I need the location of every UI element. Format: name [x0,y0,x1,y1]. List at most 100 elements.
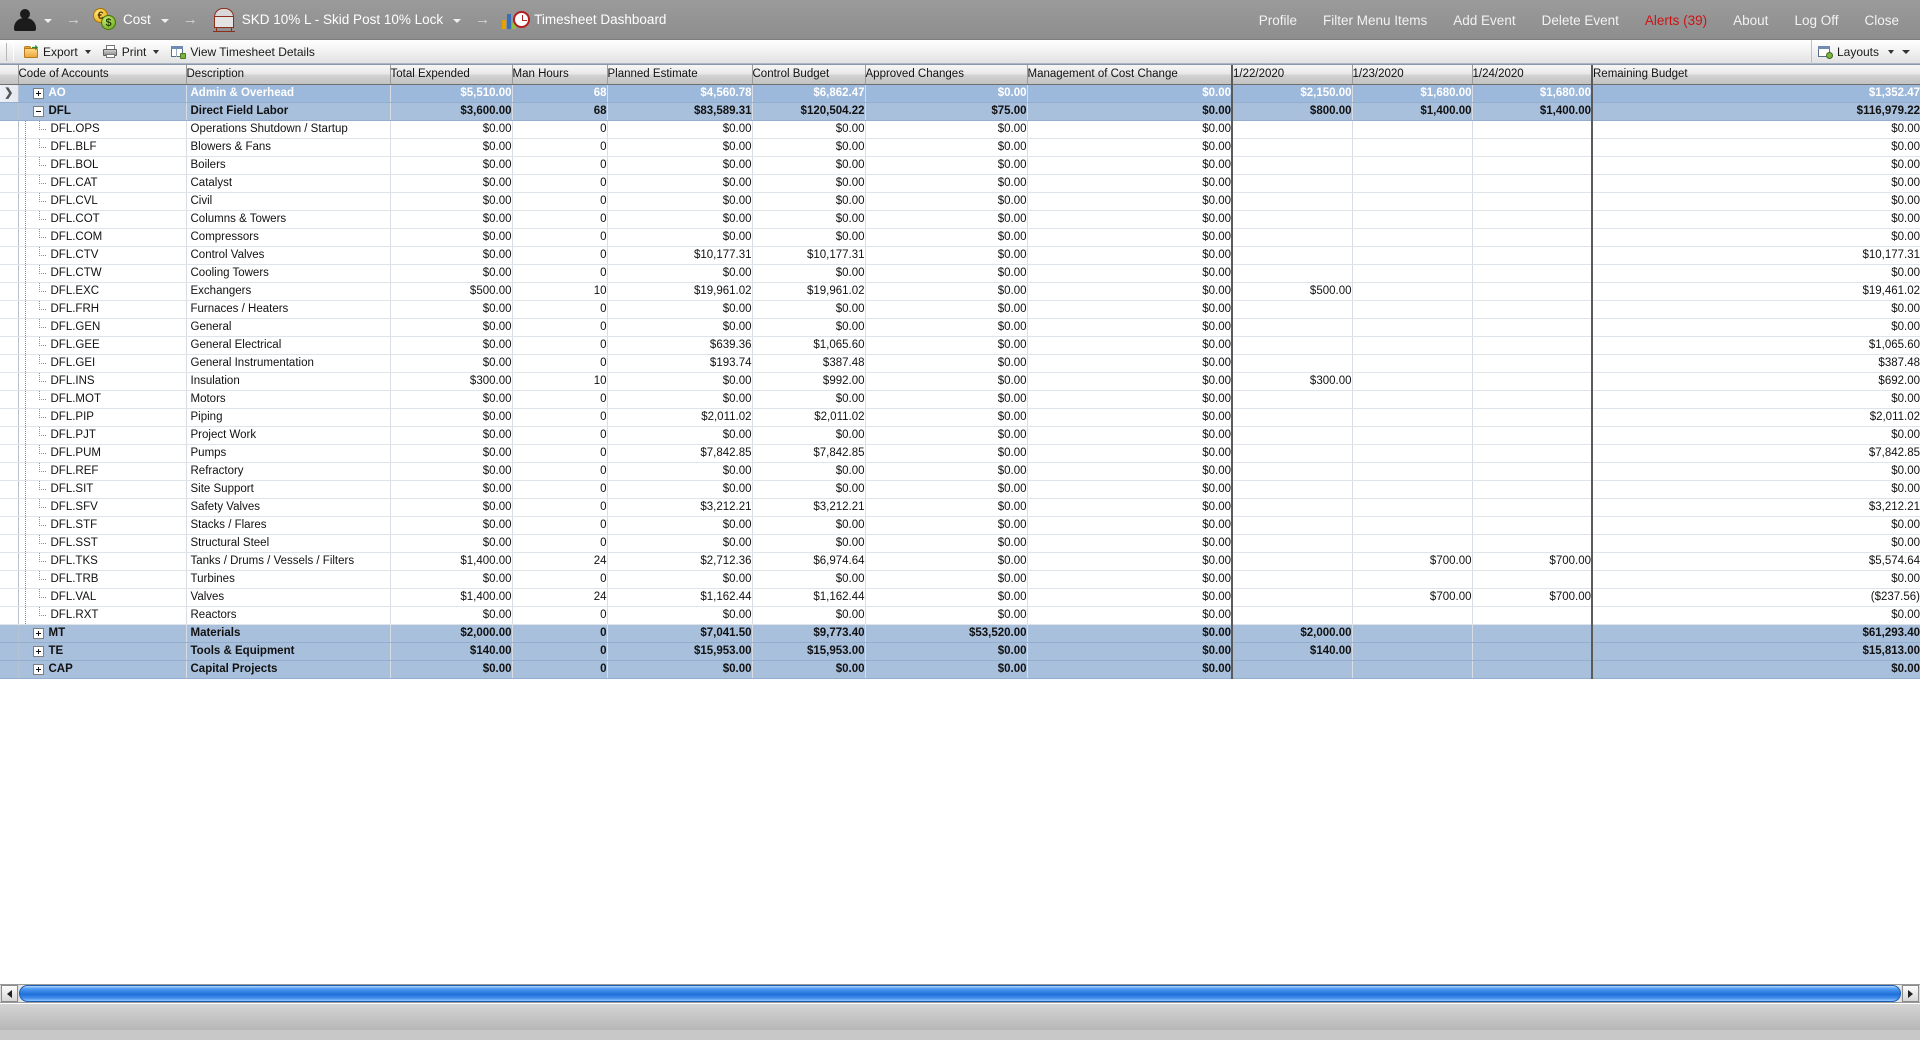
cell-management-of-cost-change[interactable]: $0.00 [1027,228,1233,247]
cell-date-3[interactable]: $1,400.00 [1472,102,1593,121]
cell-planned-estimate[interactable]: $0.00 [607,372,753,391]
cell-date-2[interactable]: $1,400.00 [1352,102,1473,121]
view-timesheet-details-button[interactable]: View Timesheet Details [165,41,321,63]
cell-remaining-budget[interactable]: $0.00 [1591,534,1920,553]
export-button[interactable]: Export [18,41,97,63]
row-indicator-cell[interactable] [0,354,19,373]
cell-date-3[interactable] [1472,390,1593,409]
cell-date-3[interactable] [1472,534,1593,553]
cell-description[interactable]: Materials [186,624,391,643]
column-header-date-1[interactable]: 1/22/2020 [1231,65,1353,85]
horizontal-scrollbar[interactable] [0,984,1920,1003]
cell-date-2[interactable] [1352,516,1473,535]
cell-date-2[interactable] [1352,570,1473,589]
chevron-down-icon[interactable] [453,18,462,23]
cell-man-hours[interactable]: 68 [512,102,608,121]
cell-planned-estimate[interactable]: $7,842.85 [607,444,753,463]
cell-planned-estimate[interactable]: $2,712.36 [607,552,753,571]
cell-remaining-budget[interactable]: $116,979.22 [1591,102,1920,121]
cell-date-2[interactable] [1352,138,1473,157]
cell-date-2[interactable] [1352,390,1473,409]
cell-description[interactable]: General Instrumentation [186,354,391,373]
cell-code-of-accounts[interactable]: DFL.TRB [18,570,187,589]
cell-date-3[interactable] [1472,318,1593,337]
menu-item-filter-menu-items[interactable]: Filter Menu Items [1310,13,1440,28]
cell-approved-changes[interactable]: $0.00 [865,480,1028,499]
cell-description[interactable]: Insulation [186,372,391,391]
cell-date-3[interactable] [1472,300,1593,319]
cell-code-of-accounts[interactable]: DFL.COT [18,210,187,229]
cell-control-budget[interactable]: $0.00 [752,606,866,625]
cell-date-2[interactable] [1352,228,1473,247]
cell-code-of-accounts[interactable]: DFL.CTW [18,264,187,283]
row-indicator-cell[interactable] [0,462,19,481]
column-header-control-budget[interactable]: Control Budget [752,65,866,85]
cell-approved-changes[interactable]: $0.00 [865,390,1028,409]
cell-total-expended[interactable]: $0.00 [390,462,513,481]
cell-remaining-budget[interactable]: $0.00 [1591,516,1920,535]
cell-planned-estimate[interactable]: $0.00 [607,606,753,625]
cell-control-budget[interactable]: $0.00 [752,192,866,211]
scrollbar-thumb[interactable] [19,985,1901,1002]
cell-remaining-budget[interactable]: $692.00 [1591,372,1920,391]
row-indicator-cell[interactable] [0,192,19,211]
cell-management-of-cost-change[interactable]: $0.00 [1027,120,1233,139]
cell-date-3[interactable] [1472,606,1593,625]
cell-date-2[interactable] [1352,534,1473,553]
cell-man-hours[interactable]: 0 [512,426,608,445]
cell-planned-estimate[interactable]: $19,961.02 [607,282,753,301]
cell-planned-estimate[interactable]: $2,011.02 [607,408,753,427]
cell-control-budget[interactable]: $19,961.02 [752,282,866,301]
cell-date-2[interactable] [1352,408,1473,427]
cell-date-2[interactable]: $700.00 [1352,588,1473,607]
cell-planned-estimate[interactable]: $0.00 [607,210,753,229]
cell-management-of-cost-change[interactable]: $0.00 [1027,372,1233,391]
cell-date-3[interactable] [1472,192,1593,211]
cell-control-budget[interactable]: $387.48 [752,354,866,373]
table-row[interactable]: DFL.GEE General Electrical $0.00 0 $639.36 $1… [0,336,1920,355]
cell-man-hours[interactable]: 0 [512,210,608,229]
cell-date-3[interactable]: $700.00 [1472,588,1593,607]
row-indicator-cell[interactable] [0,102,19,121]
cell-management-of-cost-change[interactable]: $0.00 [1027,210,1233,229]
table-row[interactable]: DFL.EXC Exchangers $500.00 10 $19,961.02 $19,… [0,282,1920,301]
cell-man-hours[interactable]: 0 [512,192,608,211]
cell-planned-estimate[interactable]: $10,177.31 [607,246,753,265]
cell-remaining-budget[interactable]: $0.00 [1591,660,1920,679]
table-row[interactable]: DFL.PJT Project Work $0.00 0 $0.00 $0.00 $0.00… [0,426,1920,445]
cell-date-3[interactable] [1472,480,1593,499]
cell-man-hours[interactable]: 0 [512,660,608,679]
cell-remaining-budget[interactable]: $3,212.21 [1591,498,1920,517]
cell-code-of-accounts[interactable]: DFL.COM [18,228,187,247]
cell-man-hours[interactable]: 10 [512,282,608,301]
cell-planned-estimate[interactable]: $0.00 [607,138,753,157]
cell-management-of-cost-change[interactable]: $0.00 [1027,588,1233,607]
cell-control-budget[interactable]: $0.00 [752,264,866,283]
cell-approved-changes[interactable]: $0.00 [865,138,1028,157]
menu-item-log-off[interactable]: Log Off [1781,13,1851,28]
cell-approved-changes[interactable]: $0.00 [865,318,1028,337]
cell-approved-changes[interactable]: $0.00 [865,282,1028,301]
cell-remaining-budget[interactable]: $0.00 [1591,606,1920,625]
row-indicator-cell[interactable] [0,390,19,409]
cell-date-1[interactable]: $500.00 [1231,282,1353,301]
cell-man-hours[interactable]: 0 [512,642,608,661]
cell-code-of-accounts[interactable]: DFL.PUM [18,444,187,463]
cell-remaining-budget[interactable]: $0.00 [1591,300,1920,319]
cell-description[interactable]: Piping [186,408,391,427]
cell-planned-estimate[interactable]: $0.00 [607,228,753,247]
table-row[interactable]: DFL.STF Stacks / Flares $0.00 0 $0.00 $0.00 $0… [0,516,1920,535]
cell-management-of-cost-change[interactable]: $0.00 [1027,606,1233,625]
row-indicator-cell[interactable] [0,264,19,283]
cell-management-of-cost-change[interactable]: $0.00 [1027,426,1233,445]
cell-code-of-accounts[interactable]: DFL.TKS [18,552,187,571]
cell-man-hours[interactable]: 0 [512,534,608,553]
cell-code-of-accounts[interactable]: DFL.OPS [18,120,187,139]
cell-total-expended[interactable]: $0.00 [390,606,513,625]
cell-man-hours[interactable]: 0 [512,390,608,409]
cell-code-of-accounts[interactable]: DFL.BLF [18,138,187,157]
cell-date-2[interactable] [1352,606,1473,625]
cell-management-of-cost-change[interactable]: $0.00 [1027,390,1233,409]
cell-management-of-cost-change[interactable]: $0.00 [1027,444,1233,463]
cell-management-of-cost-change[interactable]: $0.00 [1027,84,1233,103]
